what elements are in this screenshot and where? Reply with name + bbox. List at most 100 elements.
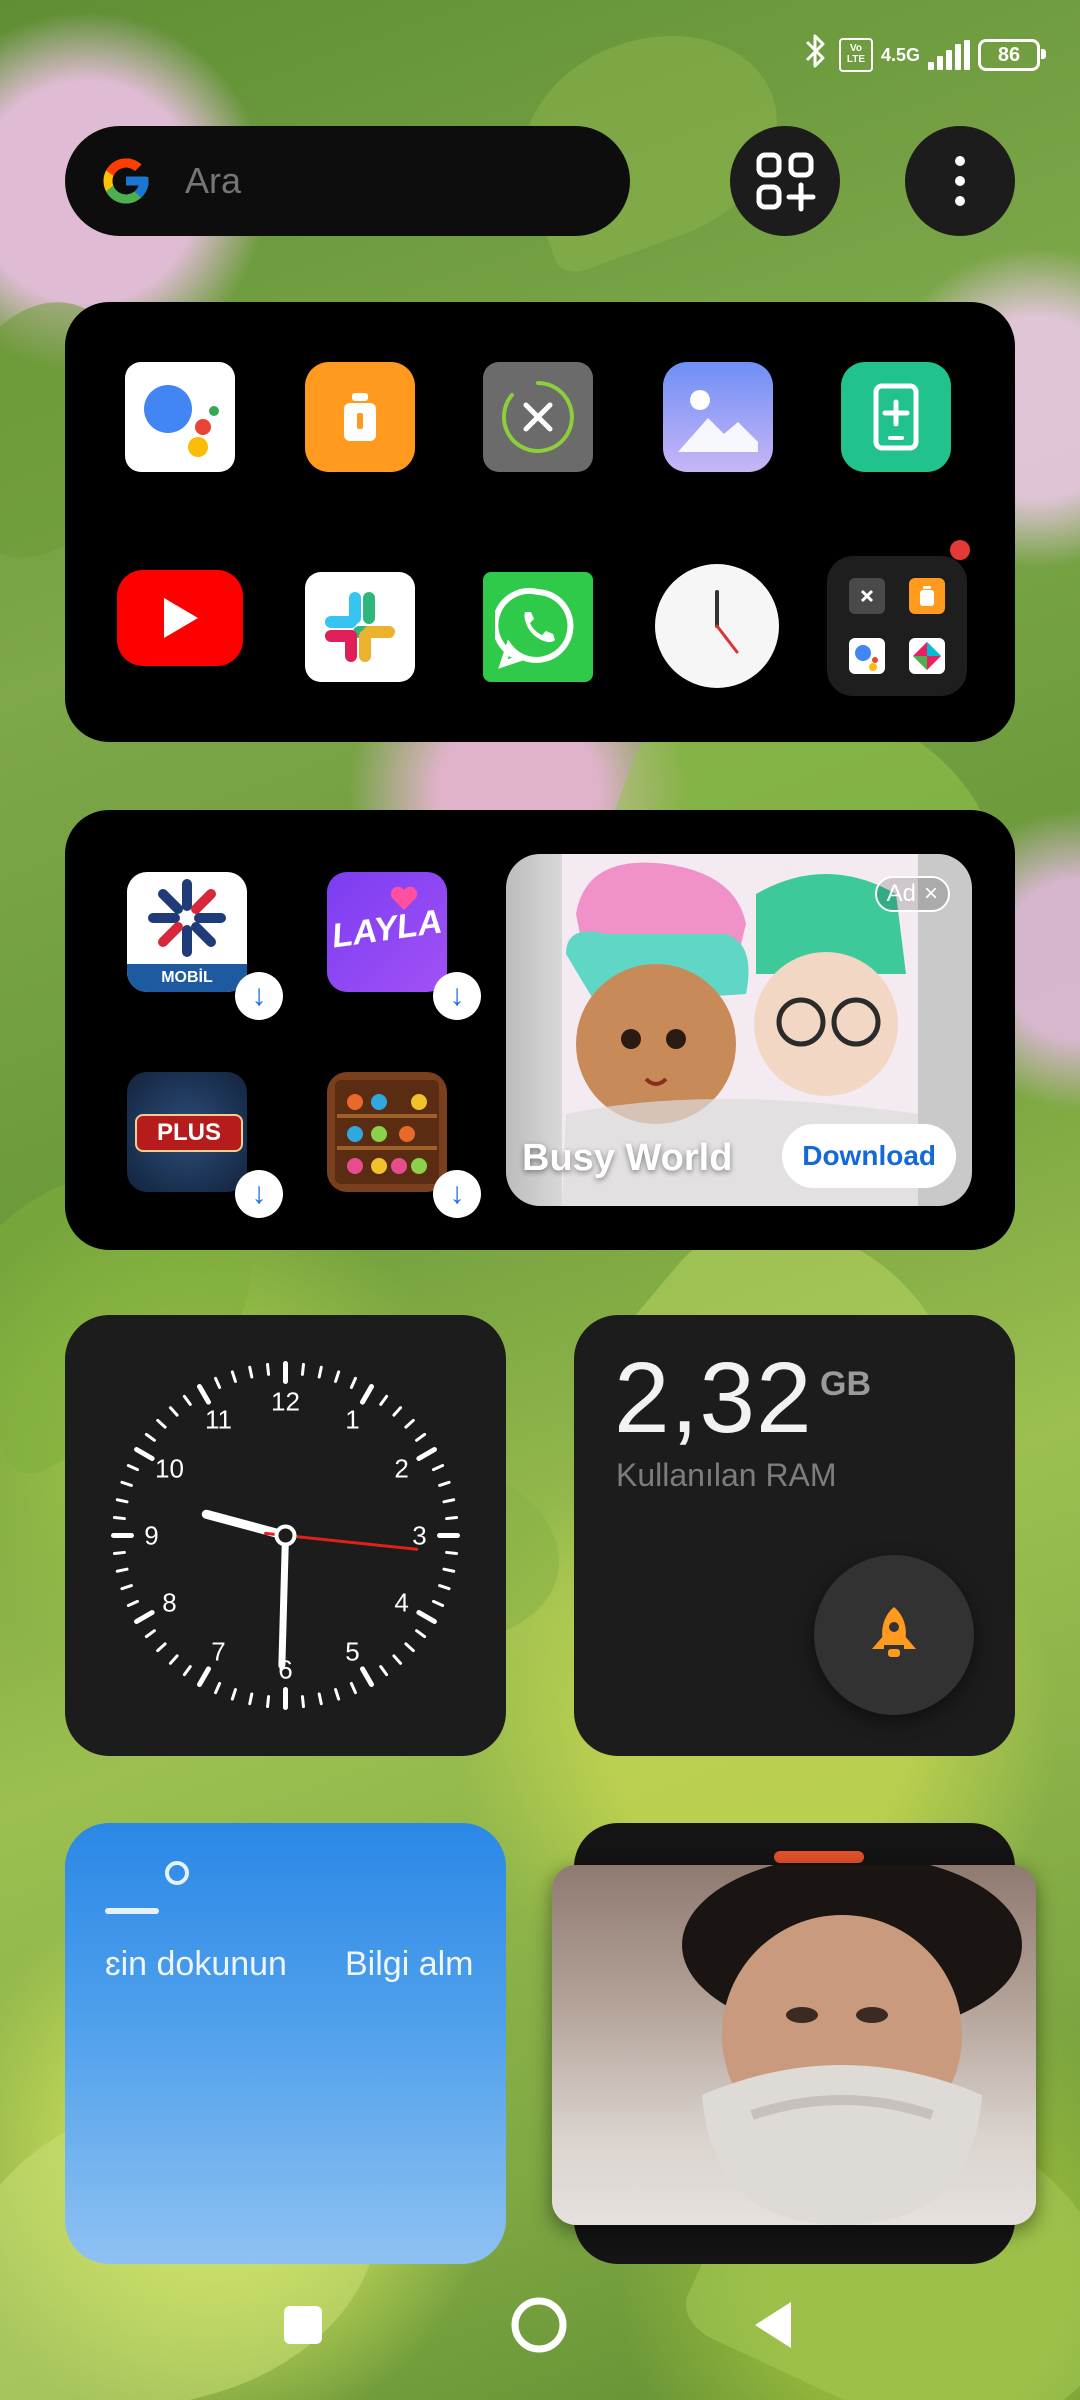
- home-button[interactable]: [494, 2280, 584, 2370]
- ad-close-icon[interactable]: ×: [924, 880, 938, 908]
- clock-tick: [334, 1370, 341, 1383]
- ad-title: Busy World: [522, 1137, 733, 1179]
- clock-tick: [442, 1498, 456, 1504]
- clock-number: 5: [345, 1637, 359, 1667]
- clock-tick: [134, 1610, 155, 1624]
- clock-tick: [168, 1654, 179, 1665]
- boost-button[interactable]: [814, 1555, 974, 1715]
- back-button[interactable]: [728, 2280, 818, 2370]
- recents-button[interactable]: [258, 2280, 348, 2370]
- apps-panel: [65, 302, 1015, 742]
- clock-tick: [248, 1365, 254, 1379]
- clock-tick: [266, 1362, 271, 1376]
- phone-manager-app[interactable]: [841, 362, 951, 472]
- notification-badge: [950, 540, 970, 560]
- layla-label: LAYLA: [329, 902, 445, 956]
- clock-tick: [126, 1599, 140, 1607]
- shelf-puzzle-icon: [335, 1080, 439, 1184]
- floating-video-player[interactable]: [552, 1865, 1036, 2225]
- weather-widget[interactable]: ɛin dokunun Bilgi alm: [65, 1823, 506, 2264]
- signal-icon: [928, 40, 970, 70]
- clock-tick: [197, 1666, 211, 1687]
- slack-app[interactable]: [305, 572, 415, 682]
- clock-tick: [230, 1688, 237, 1701]
- clock-number: 9: [144, 1521, 158, 1551]
- clock-tick: [182, 1665, 192, 1677]
- degree-icon: [165, 1861, 189, 1885]
- clock-number: 3: [412, 1521, 426, 1551]
- clock-tick: [349, 1376, 357, 1390]
- clock-tick: [168, 1406, 179, 1417]
- clock-tick: [214, 1376, 222, 1390]
- folder-assistant-mini-icon: [849, 638, 885, 674]
- clock-number: 4: [394, 1588, 408, 1618]
- clock-tick: [334, 1688, 341, 1701]
- volte-icon: Vo LTE: [838, 38, 873, 72]
- app-folder[interactable]: [827, 556, 967, 696]
- network-type: 4.5G: [880, 45, 920, 65]
- clock-number: 8: [162, 1588, 176, 1618]
- clock-tick: [416, 1447, 437, 1461]
- cleaner-app[interactable]: [305, 362, 415, 472]
- bluetooth-icon: [801, 32, 831, 79]
- gallery-mountains-icon: [678, 390, 758, 452]
- slack-icon: [325, 592, 395, 662]
- clock-tick: [415, 1629, 427, 1639]
- clock-number: 10: [155, 1454, 184, 1484]
- clock-tick: [144, 1432, 156, 1442]
- clock-tick: [392, 1406, 403, 1417]
- rocket-icon: [872, 1607, 916, 1657]
- clock-tick: [115, 1567, 129, 1573]
- more-vertical-icon: [955, 156, 965, 206]
- clock-tick: [248, 1692, 254, 1706]
- clock-tick: [442, 1567, 456, 1573]
- clock-tick: [156, 1642, 167, 1653]
- clock-tick: [144, 1629, 156, 1639]
- google-search-bar[interactable]: [65, 126, 630, 236]
- ram-cleaner-widget[interactable]: 2,32 GB Kullanılan RAM: [574, 1315, 1015, 1756]
- more-options-button[interactable]: [905, 126, 1015, 236]
- ad-download-button[interactable]: Download: [782, 1124, 956, 1188]
- mobil-label: MOBİL: [161, 969, 213, 986]
- clock-tick: [379, 1394, 389, 1406]
- folder-cleaner-mini-icon: [909, 578, 945, 614]
- clock-tick: [392, 1654, 403, 1665]
- heart-icon: [390, 886, 418, 910]
- clock-tick: [404, 1642, 415, 1653]
- status-bar: Vo LTE 4.5G 86: [801, 30, 1046, 80]
- folder-close-mini-icon: [849, 578, 885, 614]
- suggested-app-mobil[interactable]: MOBİL: [127, 872, 247, 992]
- suggested-app-layla[interactable]: LAYLA: [327, 872, 447, 992]
- whatsapp-icon: [495, 587, 574, 669]
- clock-tick: [197, 1384, 211, 1405]
- gallery-app[interactable]: [663, 362, 773, 472]
- whatsapp-app[interactable]: [483, 572, 593, 682]
- download-indicator: ↓: [433, 972, 481, 1020]
- svg-text:Vo: Vo: [850, 43, 862, 54]
- clock-tick: [300, 1362, 305, 1376]
- svg-text:LTE: LTE: [847, 54, 865, 65]
- clock-tick: [266, 1695, 271, 1709]
- clock-tick: [112, 1550, 126, 1555]
- home-circle-icon: [511, 2297, 567, 2353]
- youtube-app[interactable]: [117, 570, 243, 666]
- ad-card[interactable]: Ad × Busy World Download: [506, 854, 972, 1206]
- google-assistant-app[interactable]: [125, 362, 235, 472]
- clock-tick: [431, 1599, 445, 1607]
- minute-hand: [278, 1532, 289, 1669]
- suggested-app-plus[interactable]: PLUS: [127, 1072, 247, 1192]
- ad-badge[interactable]: Ad ×: [874, 876, 950, 912]
- widgets-button[interactable]: [730, 126, 840, 236]
- clock-tick: [360, 1384, 374, 1405]
- ram-label: Kullanılan RAM: [616, 1457, 837, 1493]
- clock-tick: [416, 1610, 437, 1624]
- analog-clock-widget[interactable]: 12 1 2 3 4 5 6 7 8 9 10 11: [65, 1315, 506, 1756]
- close-circle-icon: [501, 381, 574, 453]
- close-app[interactable]: [483, 362, 593, 472]
- clock-tick: [438, 1584, 451, 1591]
- clock-app[interactable]: [655, 564, 779, 688]
- phone-plus-icon: [873, 383, 919, 451]
- suggested-app-sort-puzzle[interactable]: [327, 1072, 447, 1192]
- search-input[interactable]: [183, 159, 567, 203]
- clock-tick: [379, 1665, 389, 1677]
